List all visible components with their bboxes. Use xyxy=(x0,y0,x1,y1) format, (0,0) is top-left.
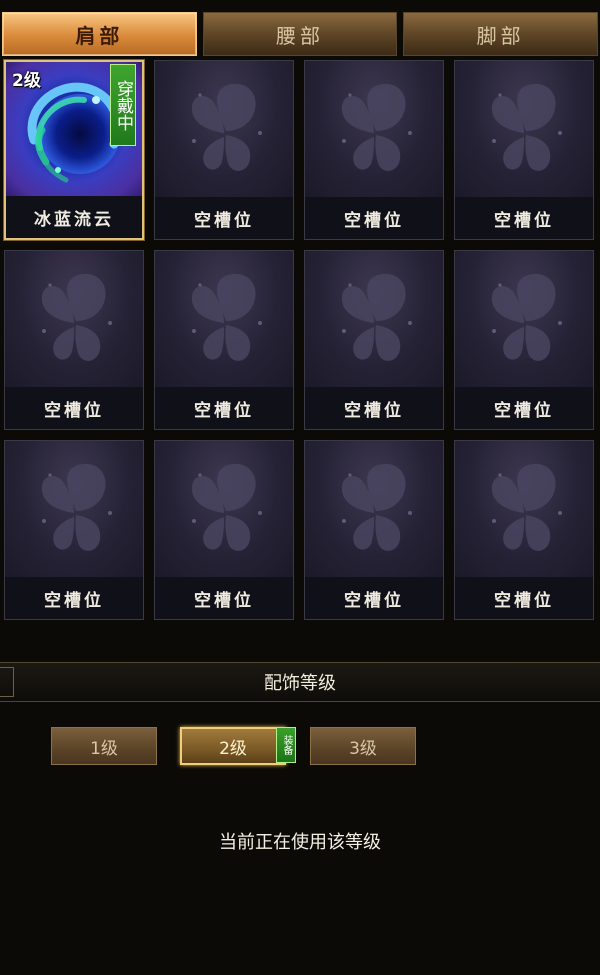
empty-slot[interactable]: 空槽位 xyxy=(454,440,594,620)
slot-label: 空槽位 xyxy=(455,197,593,239)
level-3-button[interactable]: 3级 xyxy=(310,727,416,765)
tab-feet[interactable]: 脚部 xyxy=(403,12,599,56)
butterfly-icon xyxy=(5,441,143,579)
butterfly-icon xyxy=(455,61,593,199)
empty-slot[interactable]: 空槽位 xyxy=(454,250,594,430)
slot-tabs: 肩部 腰部 脚部 xyxy=(0,12,600,56)
empty-slot[interactable]: 空槽位 xyxy=(304,440,444,620)
butterfly-icon xyxy=(5,251,143,389)
empty-slot[interactable]: 空槽位 xyxy=(4,250,144,430)
accessory-grid: 2级 穿戴中 冰蓝流云 空槽位 空槽位 空槽位 空槽位 空槽位 空槽位 空槽位 … xyxy=(4,60,596,620)
empty-slot[interactable]: 空槽位 xyxy=(304,250,444,430)
slot-label: 空槽位 xyxy=(155,197,293,239)
accessory-level-header: 配饰等级 xyxy=(0,662,600,702)
wearing-tag: 穿戴中 xyxy=(110,64,136,146)
level-label: 3级 xyxy=(349,738,377,759)
butterfly-icon xyxy=(305,441,443,579)
slot-label: 空槽位 xyxy=(5,577,143,619)
empty-slot[interactable]: 空槽位 xyxy=(154,440,294,620)
slot-level-badge: 2级 xyxy=(12,71,41,91)
slot-label: 冰蓝流云 xyxy=(6,196,142,238)
butterfly-icon xyxy=(455,251,593,389)
level-2-button[interactable]: 2级 装备 xyxy=(180,727,296,765)
slot-label: 空槽位 xyxy=(455,577,593,619)
butterfly-icon xyxy=(305,61,443,199)
current-level-status: 当前正在使用该等级 xyxy=(219,832,381,853)
slot-label: 空槽位 xyxy=(305,387,443,429)
header-ornament xyxy=(0,667,14,697)
empty-slot[interactable]: 空槽位 xyxy=(454,60,594,240)
butterfly-icon xyxy=(305,251,443,389)
butterfly-icon xyxy=(155,251,293,389)
slot-label: 空槽位 xyxy=(455,387,593,429)
butterfly-icon xyxy=(155,61,293,199)
tab-waist[interactable]: 腰部 xyxy=(202,12,398,56)
slot-label: 空槽位 xyxy=(155,577,293,619)
slot-label: 空槽位 xyxy=(305,197,443,239)
accessory-slot-equipped[interactable]: 2级 穿戴中 冰蓝流云 xyxy=(4,60,144,240)
level-label: 1级 xyxy=(90,738,118,759)
equipped-tag: 装备 xyxy=(276,727,296,763)
slot-label: 空槽位 xyxy=(305,577,443,619)
section-title: 配饰等级 xyxy=(264,673,336,694)
level-1-button[interactable]: 1级 xyxy=(51,727,157,765)
empty-slot[interactable]: 空槽位 xyxy=(304,60,444,240)
butterfly-icon xyxy=(155,441,293,579)
empty-slot[interactable]: 空槽位 xyxy=(154,250,294,430)
level-label: 2级 xyxy=(219,738,247,759)
empty-slot[interactable]: 空槽位 xyxy=(154,60,294,240)
butterfly-icon xyxy=(455,441,593,579)
slot-label: 空槽位 xyxy=(5,387,143,429)
slot-label: 空槽位 xyxy=(155,387,293,429)
tab-shoulder[interactable]: 肩部 xyxy=(2,12,197,56)
empty-slot[interactable]: 空槽位 xyxy=(4,440,144,620)
equipped-tag-text: 装备 xyxy=(281,735,292,755)
